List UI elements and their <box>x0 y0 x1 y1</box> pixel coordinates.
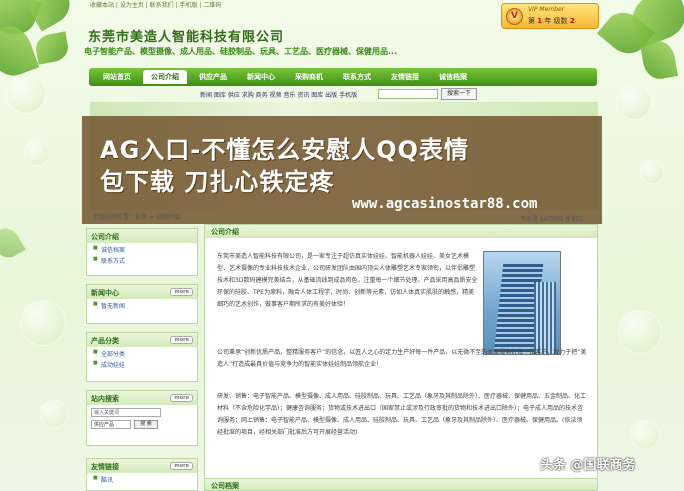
main-title: 公司介绍 <box>205 225 597 238</box>
overlay-url: www.agcasinostar88.com <box>352 196 538 212</box>
friends-more-button[interactable]: more <box>170 462 193 470</box>
bubble-decoration <box>20 300 66 346</box>
sidebar-friend-links: 友情链接 more 酷讯 <box>86 458 198 491</box>
sidebar-news-title: 新闻中心 <box>91 289 119 297</box>
nav-links[interactable]: 友情链接 <box>383 70 427 84</box>
sidebar-company-intro: 公司介绍 诚信档案 联系方式 <box>86 228 198 276</box>
top-links[interactable]: 收藏本站 | 设为主页 | 联系我们 | 手机版 | 二维码 <box>90 0 221 9</box>
overlay-title-line2: 包下载 刀扎心铁定疼 <box>100 168 335 196</box>
sidebar-search-button[interactable]: 搜 索 <box>134 420 158 429</box>
bubble-decoration <box>630 420 660 450</box>
sidebar-item-friend-link[interactable]: 酷讯 <box>87 473 197 484</box>
sidebar-item-dolls[interactable]: 成动娃娃 <box>87 358 197 369</box>
nav-contact[interactable]: 联系方式 <box>335 70 379 84</box>
vip-years: 第 1 年 级数 2 <box>528 16 575 26</box>
sidebar-head-news: 新闻中心 more <box>87 285 197 299</box>
sidebar-item-credit[interactable]: 诚信档案 <box>87 243 197 254</box>
company-intro-paragraph-1: 东莞市美造人智能科技有限公司，是一家专注于超仿真实体娃娃、智能机器人娃娃、美女艺… <box>217 253 478 308</box>
vip-medal-icon: V <box>506 8 523 25</box>
company-building-image <box>483 251 561 355</box>
sidebar-head-search: 站内搜索 more <box>87 391 197 405</box>
vip-year-label: 第 <box>528 17 535 25</box>
nav-company-intro[interactable]: 公司介绍 <box>143 70 187 84</box>
breadcrumb[interactable]: 您现在的位置：首页 > 公司介绍 <box>93 212 180 221</box>
sidebar-search: 站内搜索 more 输入关键词 供应产品 搜 索 <box>86 390 198 446</box>
bubble-decoration <box>6 74 46 114</box>
sidebar-item-no-news[interactable]: 暂无新闻 <box>87 299 197 310</box>
nav-purchase[interactable]: 采购商机 <box>287 70 331 84</box>
overlay-title-line1: AG入口-不懂怎么安慰人QQ表情 <box>100 136 470 164</box>
bubble-decoration <box>640 160 664 184</box>
vip-level-label: 级数 <box>553 17 568 25</box>
sidebar-head-products: 产品分类 more <box>87 333 197 347</box>
sidebar-friends-title: 友情链接 <box>91 463 119 471</box>
sidebar-news: 新闻中心 more 暂无新闻 <box>86 284 198 324</box>
main-nav: 网站首页 公司介绍 供应产品 新闻中心 采购商机 联系方式 友情链接 诚信档案 <box>89 68 597 86</box>
watermark: 头条 @国联商务 <box>540 458 636 473</box>
main-content: 公司介绍 东莞市美造人智能科技有限公司，是一家专注于超仿真实体娃娃、智能机器人娃… <box>204 224 598 491</box>
bubble-decoration <box>618 310 662 354</box>
company-tagline: 电子智能产品、模型摄像、成人用品、硅胶制品、玩具、工艺品、医疗器械、保健用品..… <box>84 47 398 56</box>
top-search-button[interactable]: 搜索一下 <box>441 88 477 100</box>
bubble-decoration <box>40 400 68 428</box>
company-name: 东莞市美造人智能科技有限公司 <box>88 30 285 45</box>
news-more-button[interactable]: more <box>170 288 193 296</box>
company-intro-paragraph-2: 公司秉承“创新优质产品，整精服务客户”的信念，以匠人之心的定力生产好每一件产品，… <box>217 349 587 368</box>
building-tower-shape <box>534 282 556 354</box>
search-more-button[interactable]: more <box>170 394 193 402</box>
sub-nav-links[interactable]: 新闻 图库 供应 求购 商务 视频 音乐 资讯 图库 出版 手机版 <box>200 90 357 99</box>
vip-member-badge: V VIP Member 第 1 年 级数 2 <box>501 3 599 29</box>
sidebar-search-row: 供应产品 搜 索 <box>87 420 197 429</box>
vip-year-unit: 年 <box>544 17 552 25</box>
vip-title: VIP Member <box>528 6 565 13</box>
nav-credit[interactable]: 诚信档案 <box>431 70 475 84</box>
vip-level-num: 2 <box>569 17 575 25</box>
sidebar-products-title: 产品分类 <box>91 337 119 345</box>
bubble-decoration <box>24 140 50 166</box>
sidebar-search-title: 站内搜索 <box>91 395 119 403</box>
nav-news[interactable]: 新闻中心 <box>239 70 283 84</box>
nav-products[interactable]: 供应产品 <box>191 70 235 84</box>
sidebar-search-select[interactable]: 供应产品 <box>91 420 131 429</box>
vip-year-num: 1 <box>537 17 543 25</box>
company-archive-title: 公司档案 <box>204 478 598 491</box>
sidebar-search-input[interactable]: 输入关键词 <box>91 408 161 417</box>
sidebar-item-all-categories[interactable]: 全部分类 <box>87 347 197 358</box>
nav-home[interactable]: 网站首页 <box>95 70 139 84</box>
sidebar-item-contact[interactable]: 联系方式 <box>87 254 197 265</box>
current-date: 今天是 10月6日 星期三 <box>520 216 584 223</box>
company-intro-paragraph-3: 研发、销售：电子智能产品、模型摄像、成人用品、硅胶制品、玩具、工艺品（象牙及其制… <box>217 393 587 436</box>
bubble-decoration <box>616 84 652 120</box>
sidebar-head-company-intro: 公司介绍 <box>87 229 197 243</box>
top-search-input[interactable] <box>378 89 438 99</box>
sidebar-head-friends: 友情链接 more <box>87 459 197 473</box>
sidebar-products: 产品分类 more 全部分类 成动娃娃 <box>86 332 198 382</box>
products-more-button[interactable]: more <box>170 336 193 344</box>
